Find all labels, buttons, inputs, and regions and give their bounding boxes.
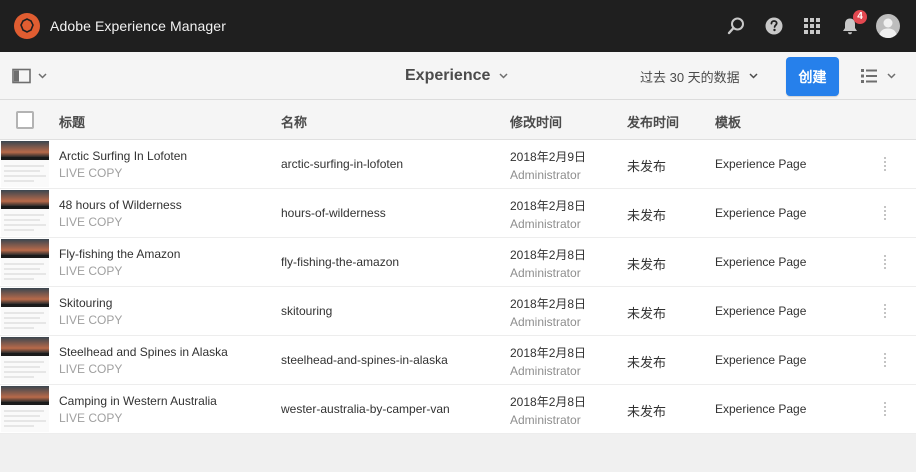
row-status: LIVE COPY	[59, 166, 123, 180]
user-menu-button[interactable]	[874, 12, 902, 40]
global-navigation-bar: Adobe Experience Manager 4	[0, 0, 916, 52]
list-view-icon	[861, 69, 877, 83]
chevron-down-icon	[38, 73, 47, 79]
row-title: Camping in Western Australia	[59, 394, 217, 408]
row-template: Experience Page	[715, 157, 807, 171]
row-published: 未发布	[627, 355, 667, 370]
row-modified-date: 2018年2月8日	[510, 199, 587, 213]
adobe-logo-icon	[14, 13, 40, 39]
column-header-title[interactable]: 标题	[59, 112, 85, 131]
row-title: Steelhead and Spines in Alaska	[59, 345, 228, 359]
row-title: 48 hours of Wilderness	[59, 198, 182, 212]
side-panel-icon	[12, 68, 31, 84]
page-thumbnail	[1, 239, 49, 285]
row-modified-date: 2018年2月8日	[510, 248, 587, 262]
page-thumbnail	[1, 386, 49, 432]
row-template: Experience Page	[715, 304, 807, 318]
row-template: Experience Page	[715, 255, 807, 269]
row-title: Arctic Surfing In Lofoten	[59, 149, 188, 163]
chevron-down-icon	[887, 73, 896, 79]
row-modified-by: Administrator	[510, 266, 581, 280]
help-icon	[765, 17, 783, 35]
console-title-switcher[interactable]: Experience	[405, 64, 508, 88]
row-status: LIVE COPY	[59, 215, 123, 229]
brand-home-link[interactable]: Adobe Experience Manager	[14, 12, 226, 40]
console-title: Experience	[405, 67, 491, 84]
row-modified-by: Administrator	[510, 315, 581, 329]
page-thumbnail	[1, 141, 49, 187]
table-row[interactable]: 48 hours of Wilderness LIVE COPY hours-of…	[0, 189, 916, 238]
drag-handle-icon[interactable]	[880, 303, 890, 319]
row-modified-by: Administrator	[510, 364, 581, 378]
row-status: LIVE COPY	[59, 264, 123, 278]
chevron-down-icon	[749, 73, 758, 79]
table-row[interactable]: Steelhead and Spines in Alaska LIVE COPY …	[0, 336, 916, 385]
row-status: LIVE COPY	[59, 362, 123, 376]
column-header-published[interactable]: 发布时间	[627, 112, 679, 131]
drag-handle-icon[interactable]	[880, 254, 890, 270]
solutions-grid-icon	[804, 18, 820, 34]
row-template: Experience Page	[715, 353, 807, 367]
row-modified-by: Administrator	[510, 217, 581, 231]
page-thumbnail	[1, 190, 49, 236]
row-published: 未发布	[627, 257, 667, 272]
row-template: Experience Page	[715, 206, 807, 220]
help-button[interactable]	[760, 12, 788, 40]
row-name: hours-of-wilderness	[281, 206, 386, 220]
drag-handle-icon[interactable]	[880, 156, 890, 172]
table-row[interactable]: Arctic Surfing In Lofoten LIVE COPY arcti…	[0, 140, 916, 189]
row-status: LIVE COPY	[59, 411, 123, 425]
table-row[interactable]: Fly-fishing the Amazon LIVE COPY fly-fish…	[0, 238, 916, 287]
select-all-checkbox[interactable]	[16, 111, 34, 129]
drag-handle-icon[interactable]	[880, 352, 890, 368]
row-modified-by: Administrator	[510, 168, 581, 182]
row-status: LIVE COPY	[59, 313, 123, 327]
row-modified-by: Administrator	[510, 413, 581, 427]
column-header-modified[interactable]: 修改时间	[510, 112, 562, 131]
app-title: Adobe Experience Manager	[50, 18, 226, 34]
row-modified-date: 2018年2月8日	[510, 346, 587, 360]
row-modified-date: 2018年2月8日	[510, 395, 587, 409]
page-thumbnail	[1, 288, 49, 334]
table-row[interactable]: Skitouring LIVE COPY skitouring 2018年2月8日…	[0, 287, 916, 336]
global-actions: 4	[712, 10, 902, 40]
column-header-name[interactable]: 名称	[281, 112, 307, 131]
row-published: 未发布	[627, 208, 667, 223]
row-name: arctic-surfing-in-lofoten	[281, 157, 404, 171]
table-row[interactable]: Camping in Western Australia LIVE COPY we…	[0, 385, 916, 434]
user-avatar	[876, 14, 900, 38]
view-switcher[interactable]	[860, 64, 896, 88]
row-published: 未发布	[627, 306, 667, 321]
row-published: 未发布	[627, 159, 667, 174]
solutions-button[interactable]	[798, 12, 826, 40]
rail-toggle-button[interactable]	[12, 64, 47, 88]
table-body: Arctic Surfing In Lofoten LIVE COPY arcti…	[0, 140, 916, 434]
row-modified-date: 2018年2月8日	[510, 297, 587, 311]
drag-handle-icon[interactable]	[880, 205, 890, 221]
search-button[interactable]	[722, 12, 750, 40]
row-title: Fly-fishing the Amazon	[59, 247, 181, 261]
date-range-label: 过去 30 天的数据	[640, 69, 740, 85]
notification-count-badge: 4	[853, 10, 867, 24]
notifications-button[interactable]: 4	[836, 10, 867, 40]
row-name: steelhead-and-spines-in-alaska	[281, 353, 448, 367]
row-name: wester-australia-by-camper-van	[281, 402, 450, 416]
row-name: fly-fishing-the-amazon	[281, 255, 400, 269]
action-bar: Experience 过去 30 天的数据 创建	[0, 52, 916, 100]
chevron-down-icon	[499, 73, 508, 79]
column-header-template[interactable]: 模板	[715, 112, 741, 131]
page-thumbnail	[1, 337, 49, 383]
table-header: 标题 名称 修改时间 发布时间 模板	[0, 100, 916, 140]
drag-handle-icon[interactable]	[880, 401, 890, 417]
date-range-filter[interactable]: 过去 30 天的数据	[640, 64, 758, 88]
row-modified-date: 2018年2月9日	[510, 150, 587, 164]
create-button[interactable]: 创建	[786, 57, 839, 96]
row-name: skitouring	[281, 304, 333, 318]
search-icon	[727, 17, 744, 35]
row-template: Experience Page	[715, 402, 807, 416]
row-published: 未发布	[627, 404, 667, 419]
row-title: Skitouring	[59, 296, 113, 310]
